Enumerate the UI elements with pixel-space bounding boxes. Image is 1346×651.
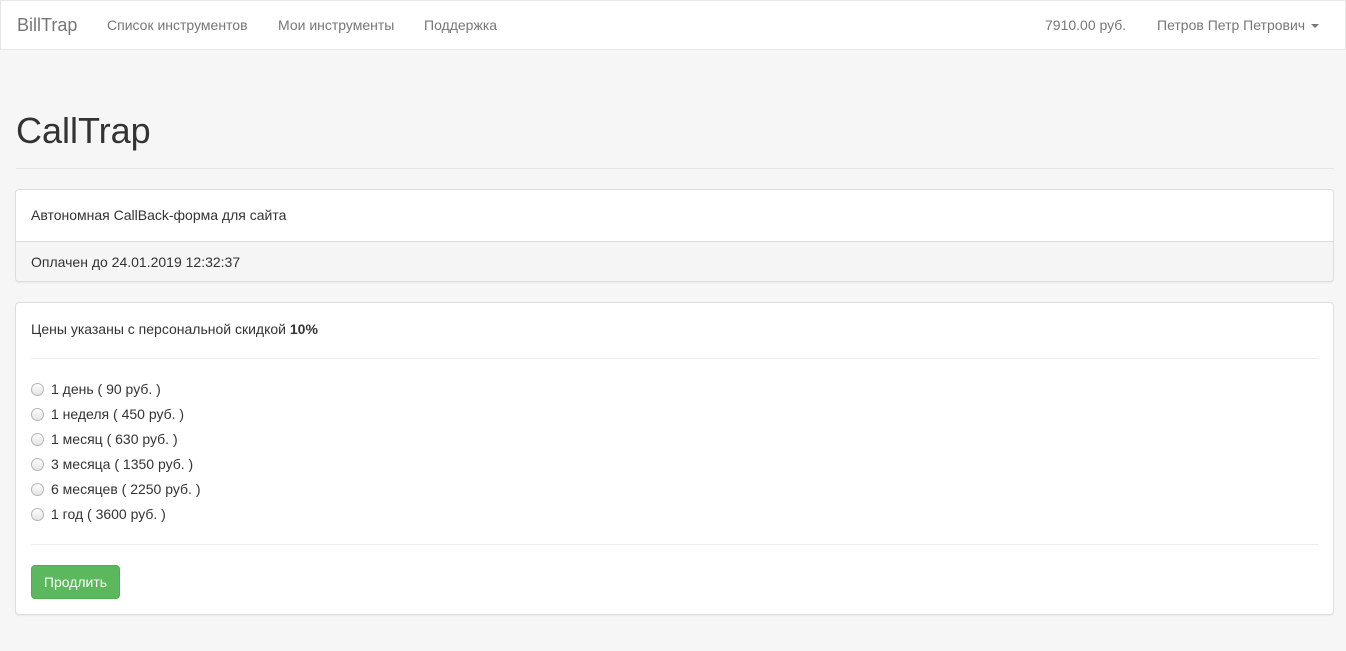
radio-icon[interactable] bbox=[31, 507, 44, 521]
radio-icon[interactable] bbox=[31, 457, 44, 471]
top-navbar: BillTrap Список инструментов Мои инструм… bbox=[0, 0, 1346, 50]
nav-link-tools-list[interactable]: Список инструментов bbox=[107, 17, 248, 33]
nav-link-my-tools[interactable]: Мои инструменты bbox=[278, 17, 394, 33]
radio-icon[interactable] bbox=[31, 482, 44, 496]
discount-text: Цены указаны с персональной скидкой bbox=[31, 321, 286, 337]
user-name: Петров Петр Петрович bbox=[1157, 17, 1306, 33]
caret-down-icon bbox=[1311, 24, 1320, 29]
tool-description: Автономная CallBack-форма для сайта bbox=[31, 207, 287, 223]
user-menu[interactable]: Петров Петр Петрович bbox=[1157, 17, 1320, 33]
option-label: 1 день ( 90 руб. ) bbox=[51, 381, 161, 397]
radio-icon[interactable] bbox=[31, 432, 44, 446]
option-label: 1 неделя ( 450 руб. ) bbox=[51, 406, 185, 422]
divider bbox=[31, 358, 1319, 359]
radio-icon[interactable] bbox=[31, 382, 44, 396]
option-label: 1 месяц ( 630 руб. ) bbox=[51, 431, 178, 447]
brand-link[interactable]: BillTrap bbox=[17, 15, 77, 36]
pricing-panel: Цены указаны с персональной скидкой 10% … bbox=[15, 302, 1334, 615]
option-label: 3 месяца ( 1350 руб. ) bbox=[51, 456, 194, 472]
page-title: CallTrap bbox=[16, 110, 151, 151]
option-label: 6 месяцев ( 2250 руб. ) bbox=[51, 481, 201, 497]
period-option-3-months[interactable]: 3 месяца ( 1350 руб. ) bbox=[31, 456, 193, 472]
title-divider bbox=[16, 168, 1334, 169]
period-option-6-months[interactable]: 6 месяцев ( 2250 руб. ) bbox=[31, 481, 200, 497]
radio-icon[interactable] bbox=[31, 407, 44, 421]
discount-value: 10% bbox=[289, 321, 318, 337]
period-option-1-year[interactable]: 1 год ( 3600 руб. ) bbox=[31, 506, 166, 522]
paid-until-status: Оплачен до 24.01.2019 12:32:37 bbox=[16, 241, 1333, 281]
period-option-1-week[interactable]: 1 неделя ( 450 руб. ) bbox=[31, 406, 184, 422]
option-label: 1 год ( 3600 руб. ) bbox=[51, 506, 166, 522]
tool-info-panel: Автономная CallBack-форма для сайта Опла… bbox=[15, 189, 1334, 282]
period-option-1-day[interactable]: 1 день ( 90 руб. ) bbox=[31, 381, 161, 397]
divider bbox=[31, 544, 1319, 545]
account-balance: 7910.00 руб. bbox=[1045, 17, 1127, 33]
period-option-1-month[interactable]: 1 месяц ( 630 руб. ) bbox=[31, 431, 178, 447]
discount-note: Цены указаны с персональной скидкой 10% bbox=[31, 321, 318, 337]
nav-link-support[interactable]: Поддержка bbox=[424, 17, 497, 33]
extend-button[interactable]: Продлить bbox=[31, 565, 120, 599]
